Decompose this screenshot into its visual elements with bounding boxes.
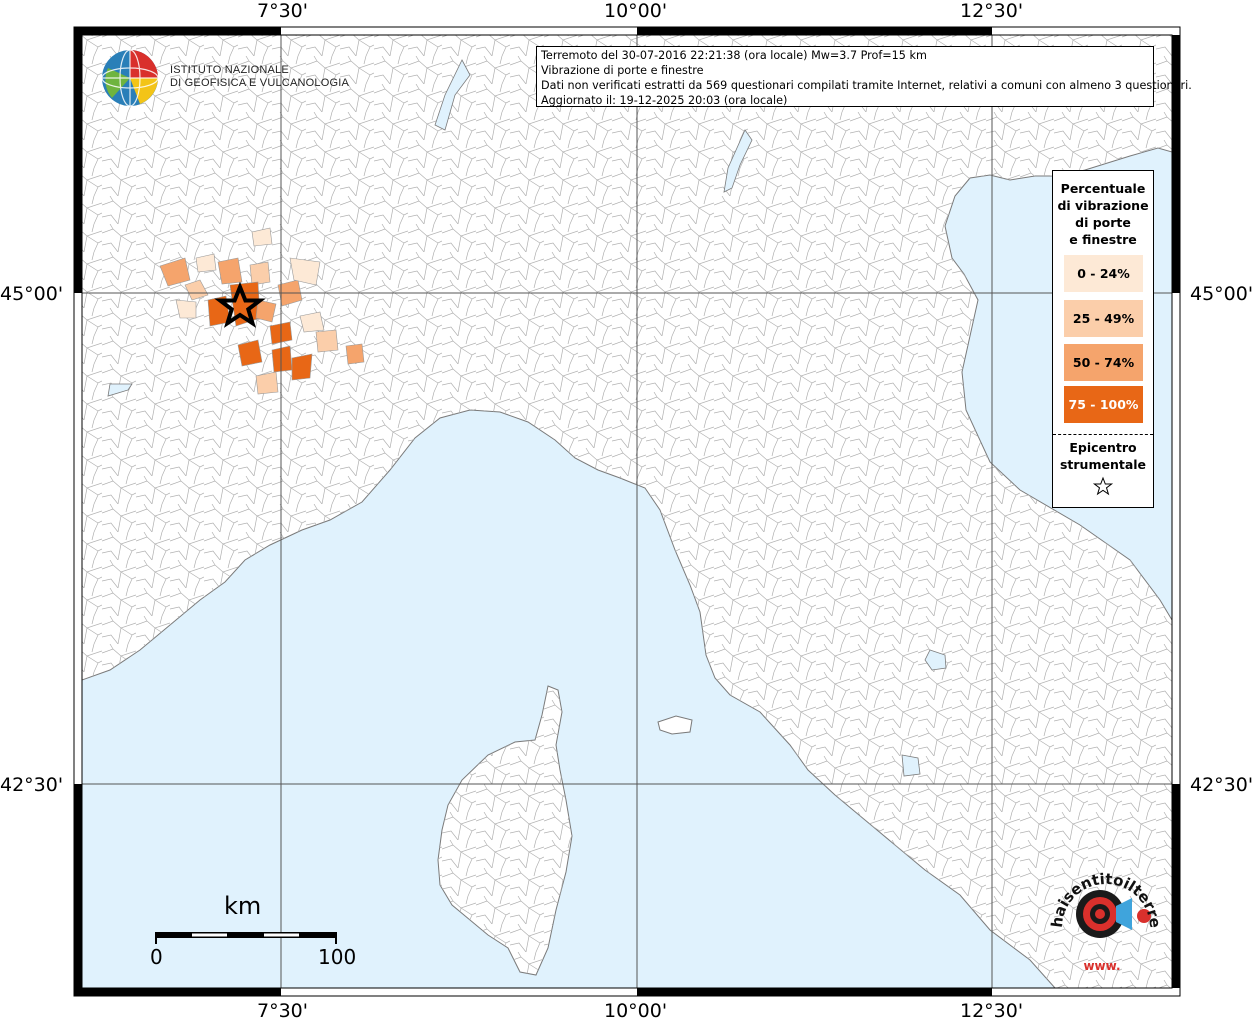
legend: Percentuale di vibrazione di porte e fin… — [1052, 170, 1154, 508]
legend-title-line: di porte — [1075, 215, 1131, 230]
scale-bar: km 0 100 — [140, 890, 370, 970]
lat-label-right-1: 45°00' — [1190, 283, 1254, 305]
legend-class-50-74: 50 - 74% — [1064, 344, 1143, 381]
event-info-line1: Terremoto del 30-07-2016 22:21:38 (ora l… — [541, 49, 927, 62]
legend-class-0-24: 0 - 24% — [1064, 255, 1143, 292]
lon-label-bottom-1: 7°30' — [257, 1000, 308, 1022]
event-info-line4: Aggiornato il: 19-12-2025 20:03 (ora loc… — [541, 94, 788, 107]
haisentitoilterremoto-logo: haisentitoilterremoto.it www. — [1040, 858, 1164, 973]
scale-bar-graphic — [155, 932, 337, 944]
lon-label-bottom-2: 10°00' — [604, 1000, 668, 1022]
ingv-globe-logo — [101, 49, 159, 107]
lon-label-bottom-3: 12°30' — [960, 1000, 1024, 1022]
event-info-line3: Dati non verificati estratti da 569 ques… — [541, 79, 1192, 92]
institute-name-line2: DI GEOFISICA E VULCANOLOGIA — [170, 77, 349, 89]
lon-label-top-2: 10°00' — [604, 0, 668, 22]
institute-name: ISTITUTO NAZIONALE DI GEOFISICA E VULCAN… — [170, 64, 349, 90]
legend-class-75-100: 75 - 100% — [1064, 386, 1143, 423]
legend-separator — [1053, 434, 1153, 435]
lon-label-top-1: 7°30' — [257, 0, 308, 22]
legend-class-25-49: 25 - 49% — [1064, 300, 1143, 337]
star-icon — [1092, 476, 1114, 496]
epicenter-legend-line: Epicentro — [1069, 440, 1137, 455]
legend-title-line: di vibrazione — [1057, 198, 1149, 213]
scale-start-label: 0 — [150, 945, 163, 969]
institute-name-line1: ISTITUTO NAZIONALE — [170, 64, 289, 76]
event-info-box: Terremoto del 30-07-2016 22:21:38 (ora l… — [536, 46, 1192, 107]
legend-title: Percentuale di vibrazione di porte e fin… — [1053, 180, 1153, 248]
scale-unit: km — [224, 892, 262, 920]
brand-url-text: www. — [1083, 959, 1120, 973]
lat-label-left-1: 45°00' — [0, 283, 64, 305]
epicenter-legend-line: strumentale — [1059, 457, 1147, 472]
lat-label-left-2: 42°30' — [0, 774, 64, 796]
legend-title-line: e finestre — [1069, 232, 1137, 247]
legend-title-line: Percentuale — [1060, 181, 1146, 196]
scale-end-label: 100 — [318, 945, 357, 969]
epicenter-legend-label: Epicentro strumentale — [1053, 439, 1153, 473]
lat-label-right-2: 42°30' — [1190, 774, 1254, 796]
lon-label-top-3: 12°30' — [960, 0, 1024, 22]
event-info-line2: Vibrazione di porte e finestre — [541, 64, 704, 77]
